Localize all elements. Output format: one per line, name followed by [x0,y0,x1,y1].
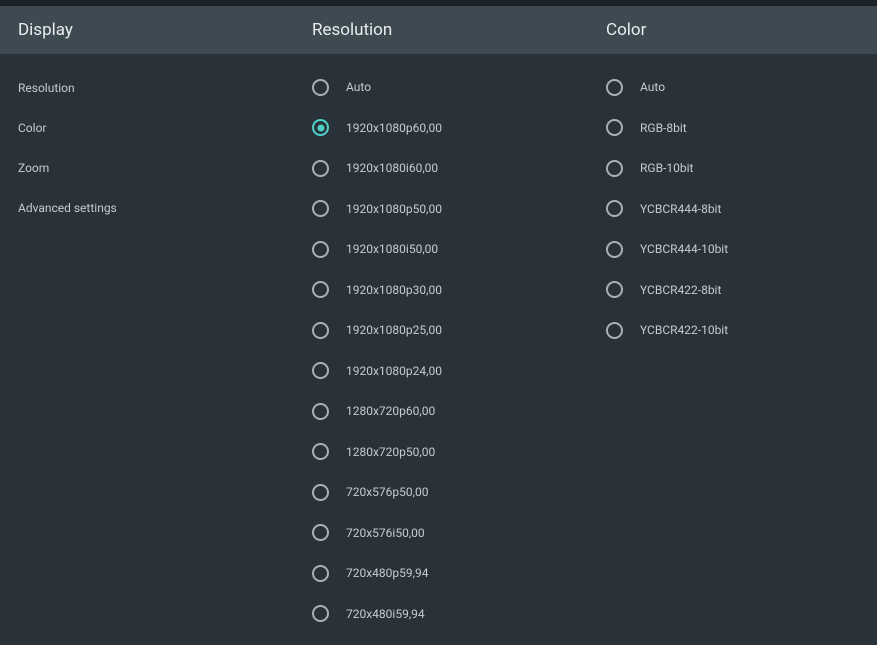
radio-label: YCBCR422-8bit [640,283,721,297]
content-row: Resolution Color Zoom Advanced settings Aut… [0,54,877,634]
radio-label: 720x480i59,94 [346,607,425,621]
color-option[interactable]: RGB-10bit [588,148,877,189]
radio-icon [312,484,329,501]
menu-item-label: Color [18,121,46,135]
radio-label: 720x576i50,00 [346,526,425,540]
resolution-list: Auto 1920x1080p60,00 1920x1080i60,00 1920x1… [294,54,588,634]
radio-icon [606,79,623,96]
radio-icon [312,565,329,582]
radio-label: RGB-10bit [640,161,693,175]
radio-label: 1280x720p60,00 [346,404,435,418]
display-menu-item[interactable]: Zoom [0,148,294,188]
resolution-option[interactable]: 1920x1080p60,00 [294,108,588,149]
resolution-option[interactable]: 1280x720p50,00 [294,432,588,473]
color-option[interactable]: YCBCR422-10bit [588,310,877,351]
header-row: Display Resolution Color [0,6,877,54]
radio-label: 1280x720p50,00 [346,445,435,459]
resolution-option[interactable]: 1920x1080p24,00 [294,351,588,392]
color-option[interactable]: YCBCR444-10bit [588,229,877,270]
radio-label: 1920x1080p60,00 [346,121,442,135]
resolution-option[interactable]: 1920x1080p50,00 [294,189,588,230]
radio-icon [312,524,329,541]
radio-icon [606,241,623,258]
radio-label: YCBCR444-8bit [640,202,721,216]
color-option[interactable]: YCBCR422-8bit [588,270,877,311]
menu-item-label: Zoom [18,161,49,175]
menu-item-label: Resolution [18,81,75,95]
resolution-option[interactable]: 1280x720p60,00 [294,391,588,432]
radio-icon [606,160,623,177]
resolution-option[interactable]: 1920x1080p25,00 [294,310,588,351]
display-menu-item[interactable]: Resolution [0,68,294,108]
radio-icon [312,362,329,379]
color-header: Color [606,20,646,40]
radio-label: Auto [640,80,665,94]
radio-label: 1920x1080i50,00 [346,242,438,256]
radio-icon [606,200,623,217]
color-option[interactable]: YCBCR444-8bit [588,189,877,230]
color-option[interactable]: RGB-8bit [588,108,877,149]
radio-label: Auto [346,80,371,94]
resolution-option[interactable]: 720x576p50,00 [294,472,588,513]
radio-label: 1920x1080i60,00 [346,161,438,175]
radio-label: 1920x1080p30,00 [346,283,442,297]
resolution-header: Resolution [312,20,392,40]
radio-label: 1920x1080p50,00 [346,202,442,216]
radio-icon [312,322,329,339]
radio-label: 1920x1080p25,00 [346,323,442,337]
resolution-option[interactable]: 1920x1080i50,00 [294,229,588,270]
radio-icon [606,119,623,136]
radio-icon [312,605,329,622]
resolution-option[interactable]: 720x576i50,00 [294,513,588,554]
color-option[interactable]: Auto [588,67,877,108]
resolution-option[interactable]: 720x480i59,94 [294,594,588,635]
resolution-option[interactable]: Auto [294,67,588,108]
radio-icon [606,322,623,339]
radio-icon [312,200,329,217]
radio-label: 720x480p59,94 [346,566,429,580]
display-header: Display [18,20,73,40]
display-menu: Resolution Color Zoom Advanced settings [0,54,294,634]
radio-icon [312,241,329,258]
radio-label: RGB-8bit [640,121,687,135]
radio-icon [312,443,329,460]
radio-label: YCBCR444-10bit [640,242,728,256]
resolution-option[interactable]: 1920x1080i60,00 [294,148,588,189]
radio-icon [312,79,329,96]
resolution-option[interactable]: 720x480p59,94 [294,553,588,594]
display-menu-item[interactable]: Advanced settings [0,188,294,228]
radio-icon [606,281,623,298]
color-list: Auto RGB-8bit RGB-10bit YCBCR444-8bit YCBCR4… [588,54,877,634]
radio-icon [312,403,329,420]
menu-item-label: Advanced settings [18,201,117,215]
radio-icon [312,281,329,298]
radio-label: YCBCR422-10bit [640,323,728,337]
radio-label: 720x576p50,00 [346,485,429,499]
resolution-option[interactable]: 1920x1080p30,00 [294,270,588,311]
radio-label: 1920x1080p24,00 [346,364,442,378]
radio-icon [312,119,329,136]
radio-icon [312,160,329,177]
display-menu-item[interactable]: Color [0,108,294,148]
